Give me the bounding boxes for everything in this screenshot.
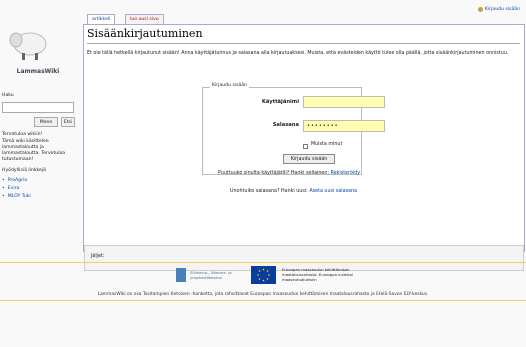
links-list: ProAgria Evira MLOY Tuki [2, 177, 31, 201]
search-button[interactable]: Etsi [61, 117, 75, 127]
page-title: Sisäänkirjautuminen [87, 27, 203, 40]
sidebar-link-mloy[interactable]: MLOY Tuki [2, 193, 31, 201]
reset-password-link[interactable]: Aseta uusi salasana [309, 189, 357, 194]
footer-divider [0, 262, 526, 263]
username-field[interactable] [303, 96, 385, 108]
login-link-label: Kirjaudu sisään [484, 7, 520, 12]
eu-text: Euroopan maaseudun kehittämisen maatalou… [282, 267, 353, 282]
footer-divider-bottom [0, 300, 526, 301]
sidebar-link-proagria[interactable]: ProAgria [2, 177, 31, 185]
forgot-prompt-text: Unohtuiko salasana? Hanki uusi: [230, 189, 308, 194]
footer-note: LammasWiki on osa Tositampien tietoisen … [97, 292, 429, 297]
password-field[interactable]: •••••••• [303, 120, 385, 132]
sidebar-link-evira[interactable]: Evira [2, 185, 31, 193]
register-prompt: Puuttuuko sinulta käyttäjätili? Hanki se… [218, 171, 360, 176]
search-label: Haku [2, 93, 14, 98]
eu-flag-icon [251, 266, 276, 284]
remember-me-label: Muista minut [311, 142, 343, 147]
links-title: Hyödyllisiä linkkejä [2, 168, 46, 173]
login-link[interactable]: Kirjaudu sisään [477, 7, 520, 12]
register-prompt-text: Puuttuuko sinulta käyttäjätili? Hanki se… [218, 171, 330, 176]
go-button[interactable]: Mene [34, 117, 58, 127]
tab-new-page[interactable]: luo uusi sivu [125, 14, 164, 24]
logo-text: LammasWiki [16, 68, 60, 75]
ely-logo-icon [176, 268, 186, 282]
category-label: Jäljet: [91, 254, 105, 259]
sidebar-note: Tämä wiki käsittelee lammastaloutta ja l… [2, 139, 66, 162]
remember-me-checkbox[interactable] [303, 144, 308, 149]
username-label: Käyttäjänimi [261, 99, 299, 105]
user-icon [477, 7, 483, 12]
login-button[interactable]: Kirjaudu sisään [283, 154, 335, 164]
tab-article[interactable]: artikkeli [87, 14, 116, 24]
password-label: Salasana [272, 122, 299, 128]
sidebar-note-title: Tervetuloa wikiin! [2, 132, 43, 137]
register-link[interactable]: Rekisteröidy [331, 171, 361, 176]
search-input[interactable] [2, 102, 74, 113]
ely-logo-text: Elinkeino-, liikenne- ja ympäristökeskus [190, 270, 232, 280]
login-legend: Kirjaudu sisään [210, 83, 250, 88]
title-divider [87, 43, 520, 44]
forgot-password-prompt: Unohtuiko salasana? Hanki uusi: Aseta uu… [230, 189, 357, 194]
intro-text: Et ole tällä hetkellä kirjautunut sisään… [87, 51, 509, 56]
